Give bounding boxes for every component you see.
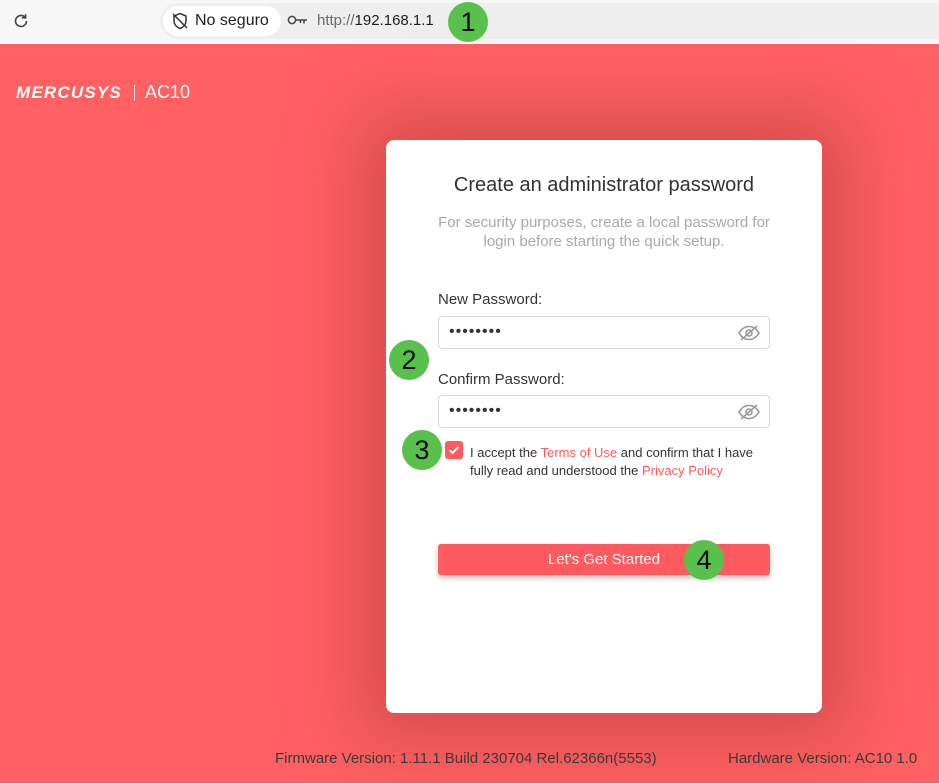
brand-header: MERCUSYS AC10 — [16, 82, 190, 103]
security-indicator[interactable]: No seguro — [163, 6, 281, 36]
privacy-policy-link[interactable]: Privacy Policy — [642, 463, 723, 478]
new-password-value: •••••••• — [449, 323, 502, 340]
checkmark-icon — [448, 446, 460, 455]
annotation-badge-4: 4 — [684, 540, 724, 580]
card-title: Create an administrator password — [453, 174, 755, 196]
card-description: For security purposes, create a local pa… — [438, 214, 770, 250]
confirm-password-label: Confirm Password: — [438, 371, 565, 388]
hardware-version: Hardware Version: AC10 1.0 — [728, 750, 918, 767]
confirm-password-field[interactable]: •••••••• — [438, 395, 770, 428]
url-text[interactable]: http://192.168.1.1 — [317, 12, 434, 29]
model-name: AC10 — [144, 82, 190, 102]
brand-divider — [133, 84, 135, 101]
key-icon[interactable] — [287, 13, 309, 27]
annotation-badge-2: 2 — [389, 340, 429, 380]
annotation-badge-1: 1 — [448, 2, 488, 42]
mercusys-logo: MERCUSYS — [16, 82, 122, 102]
router-page: MERCUSYS AC10 Create an administrator pa… — [0, 44, 939, 783]
annotation-badge-3: 3 — [402, 430, 442, 470]
new-password-field[interactable]: •••••••• — [438, 316, 770, 349]
shield-off-icon — [171, 12, 189, 30]
confirm-password-value: •••••••• — [449, 402, 502, 419]
terms-checkbox[interactable] — [445, 441, 463, 459]
eye-slash-icon[interactable] — [737, 324, 761, 342]
reload-icon[interactable] — [10, 9, 32, 33]
terms-of-use-link[interactable]: Terms of Use — [541, 445, 618, 460]
security-label: No seguro — [195, 12, 269, 29]
eye-slash-icon[interactable] — [737, 403, 761, 421]
new-password-label: New Password: — [438, 291, 543, 308]
password-card: Create an administrator password For sec… — [386, 140, 822, 713]
terms-text: I accept the Terms of Use and confirm th… — [470, 445, 754, 478]
firmware-version: Firmware Version: 1.11.1 Build 230704 Re… — [275, 750, 657, 767]
